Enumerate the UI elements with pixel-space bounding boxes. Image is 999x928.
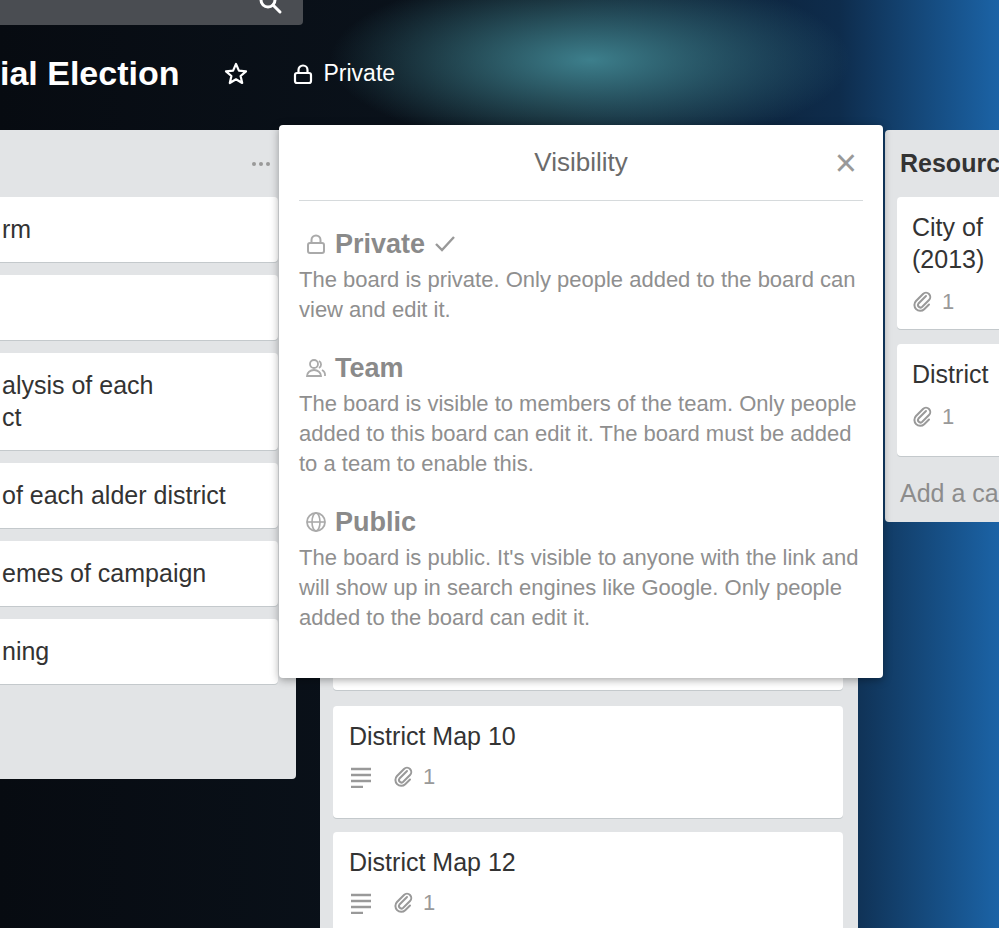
list-header [0, 130, 296, 197]
close-button[interactable]: × [835, 143, 857, 183]
visibility-option[interactable]: Public The board is public. It's visible … [299, 505, 863, 633]
visibility-popup: Visibility × Private The board is private. … [279, 125, 883, 678]
attachment-badge: 1 [912, 289, 954, 315]
card-title: District Map 10 [349, 720, 827, 752]
popup-header: Visibility × [299, 125, 863, 201]
card[interactable]: alysis of each ct [0, 353, 278, 450]
top-bar [0, 0, 999, 25]
attachment-badge: 1 [393, 764, 435, 790]
option-label: Team [335, 353, 404, 384]
card[interactable]: District 1 [897, 344, 999, 456]
attachment-count: 1 [423, 764, 435, 790]
card[interactable] [0, 275, 278, 340]
visibility-option[interactable]: Private The board is private. Only people… [299, 227, 863, 325]
card-title: District [912, 358, 999, 390]
team-icon [305, 357, 327, 379]
paperclip-icon [393, 892, 415, 914]
board-title[interactable]: ial Election [0, 54, 180, 93]
board-header: ial Election Private [0, 25, 999, 130]
magnifier-icon [258, 0, 284, 20]
attachment-count: 1 [942, 404, 954, 430]
lock-icon [305, 233, 327, 255]
card-badges: 1 [349, 888, 827, 918]
card-title: City of (2013) [912, 211, 999, 275]
card-badges: 1 [912, 287, 999, 317]
card[interactable]: District Map 12 1 [333, 832, 843, 928]
option-title: Public [305, 505, 863, 539]
card-title: of each alder district [2, 479, 270, 511]
visibility-button[interactable]: Private [292, 60, 396, 87]
option-description: The board is public. It's visible to any… [299, 543, 863, 633]
option-description: The board is visible to members of the t… [299, 389, 863, 479]
card[interactable]: District Map 10 1 [333, 706, 843, 818]
option-title: Team [305, 351, 863, 385]
description-icon [349, 892, 373, 914]
paperclip-icon [393, 766, 415, 788]
card[interactable]: of each alder district [0, 463, 278, 528]
card[interactable]: emes of campaign [0, 541, 278, 606]
list: rm alysis of each ct of each alder distric… [0, 130, 296, 779]
card-title: District Map 12 [349, 846, 827, 878]
visibility-option[interactable]: Team The board is visible to members of t… [299, 351, 863, 479]
card-title: rm [2, 213, 270, 245]
card[interactable]: City of (2013) 1 [897, 197, 999, 329]
board-page: ial Election Private rm alysis of each ct of… [0, 0, 999, 928]
option-label: Private [335, 229, 425, 260]
lock-icon [292, 63, 314, 85]
card[interactable]: ning [0, 619, 278, 684]
popup-title: Visibility [534, 147, 627, 178]
search-field[interactable] [0, 0, 303, 25]
card-title: emes of campaign [2, 557, 270, 589]
card-title: ning [2, 635, 270, 667]
attachment-badge: 1 [393, 890, 435, 916]
card-badges: 1 [912, 402, 999, 432]
card[interactable]: rm [0, 197, 278, 262]
list-title[interactable]: Resourc [897, 130, 999, 197]
check-icon [433, 234, 457, 254]
attachment-count: 1 [423, 890, 435, 916]
more-icon[interactable] [250, 160, 272, 168]
option-label: Public [335, 507, 416, 538]
card-title: alysis of each ct [2, 369, 270, 433]
description-icon [349, 766, 373, 788]
paperclip-icon [912, 406, 934, 428]
add-card-button[interactable]: Add a ca [897, 456, 999, 522]
list: Resourc City of (2013) 1 District 1 Add a ca [885, 130, 999, 522]
globe-icon [305, 511, 327, 533]
option-title: Private [305, 227, 863, 261]
star-icon[interactable] [224, 62, 248, 86]
option-description: The board is private. Only people added … [299, 265, 863, 325]
card-badges: 1 [349, 762, 827, 792]
attachment-badge: 1 [912, 404, 954, 430]
paperclip-icon [912, 291, 934, 313]
attachment-count: 1 [942, 289, 954, 315]
visibility-label: Private [324, 60, 396, 87]
